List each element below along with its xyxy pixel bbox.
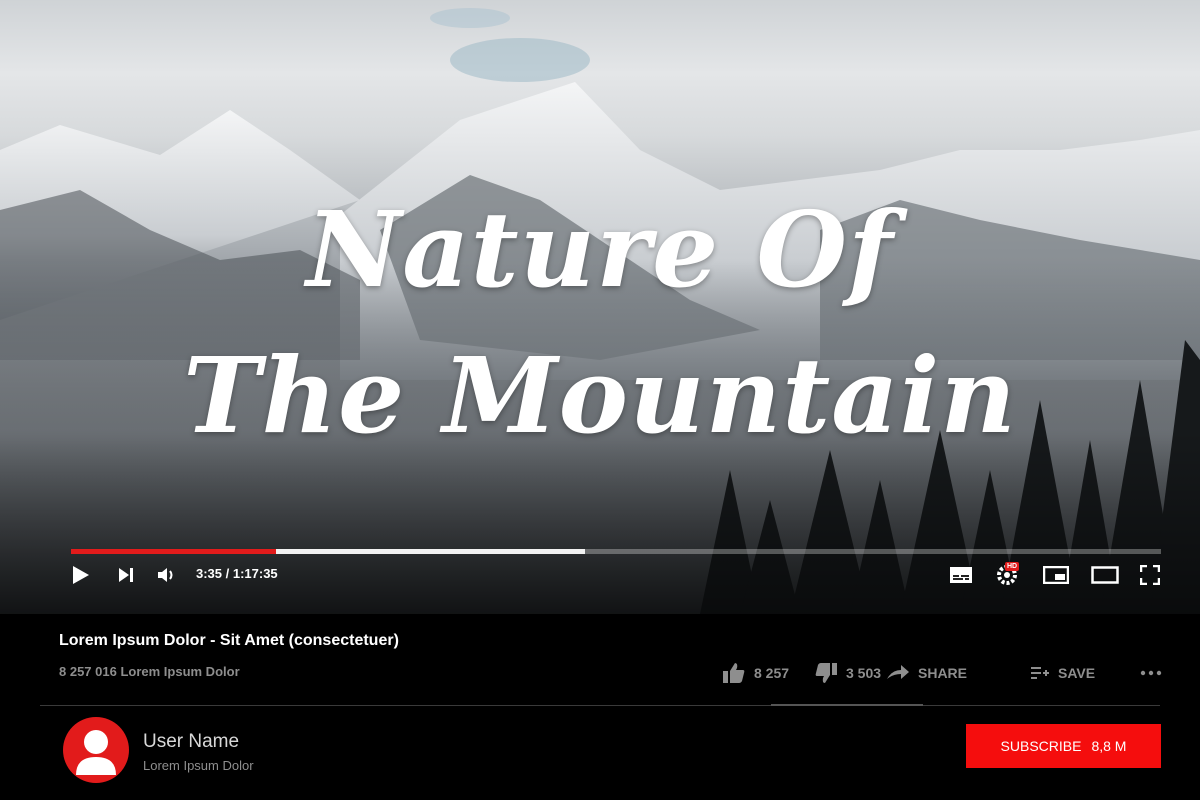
progress-bar[interactable] xyxy=(71,549,1161,554)
sentiment-bar xyxy=(771,704,923,706)
video-name: Lorem Ipsum Dolor - Sit Amet (consectetu… xyxy=(59,632,399,649)
play-icon xyxy=(73,566,89,584)
more-options-button[interactable] xyxy=(1140,660,1162,686)
channel-name[interactable]: User Name xyxy=(143,731,239,753)
subscribe-label: SUBSCRIBE xyxy=(1000,738,1082,754)
hd-badge: HD xyxy=(1005,562,1020,571)
fullscreen-icon xyxy=(1140,565,1160,585)
save-label: SAVE xyxy=(1058,665,1096,681)
user-icon xyxy=(76,730,116,775)
fullscreen-button[interactable] xyxy=(1138,563,1162,587)
dislike-button[interactable]: 3 503 xyxy=(814,660,881,686)
video-title-line-2: The Mountain xyxy=(183,334,1017,457)
video-player[interactable]: Nature Of The Mountain 3:35 / 1:17:35 HD xyxy=(0,0,1200,614)
volume-icon xyxy=(158,568,173,582)
avatar[interactable] xyxy=(63,717,129,783)
subscribe-button[interactable]: SUBSCRIBE 8,8 M xyxy=(966,724,1161,768)
view-count: 8 257 016 Lorem Ipsum Dolor xyxy=(59,664,240,679)
time-display: 3:35 / 1:17:35 xyxy=(196,566,278,581)
section-divider xyxy=(40,705,1160,706)
dislike-count: 3 503 xyxy=(846,665,882,681)
theater-mode-button[interactable] xyxy=(1090,563,1120,587)
share-arrow-icon xyxy=(886,664,910,682)
subtitles-icon xyxy=(950,567,972,583)
share-button[interactable]: SHARE xyxy=(886,660,967,686)
next-icon xyxy=(119,568,133,582)
more-horizontal-icon xyxy=(1140,670,1162,676)
volume-button[interactable] xyxy=(154,563,180,587)
share-label: SHARE xyxy=(918,665,968,681)
subscriber-count: 8,8 M xyxy=(1091,738,1127,754)
channel-subtitle: Lorem Ipsum Dolor xyxy=(143,758,254,773)
play-button[interactable] xyxy=(68,563,92,587)
settings-button[interactable]: HD xyxy=(992,562,1022,587)
miniplayer-button[interactable] xyxy=(1042,563,1070,587)
theater-icon xyxy=(1091,566,1119,584)
next-button[interactable] xyxy=(114,563,138,587)
progress-played xyxy=(71,549,276,554)
thumbs-up-icon xyxy=(722,662,746,684)
like-count: 8 257 xyxy=(754,665,790,681)
playlist-add-icon xyxy=(1030,665,1050,681)
like-button[interactable]: 8 257 xyxy=(722,660,789,686)
thumbs-down-icon xyxy=(814,662,838,684)
video-title-line-1: Nature Of xyxy=(306,188,894,311)
subtitles-button[interactable] xyxy=(948,563,974,587)
save-button[interactable]: SAVE xyxy=(1030,660,1095,686)
miniplayer-icon xyxy=(1043,566,1069,584)
